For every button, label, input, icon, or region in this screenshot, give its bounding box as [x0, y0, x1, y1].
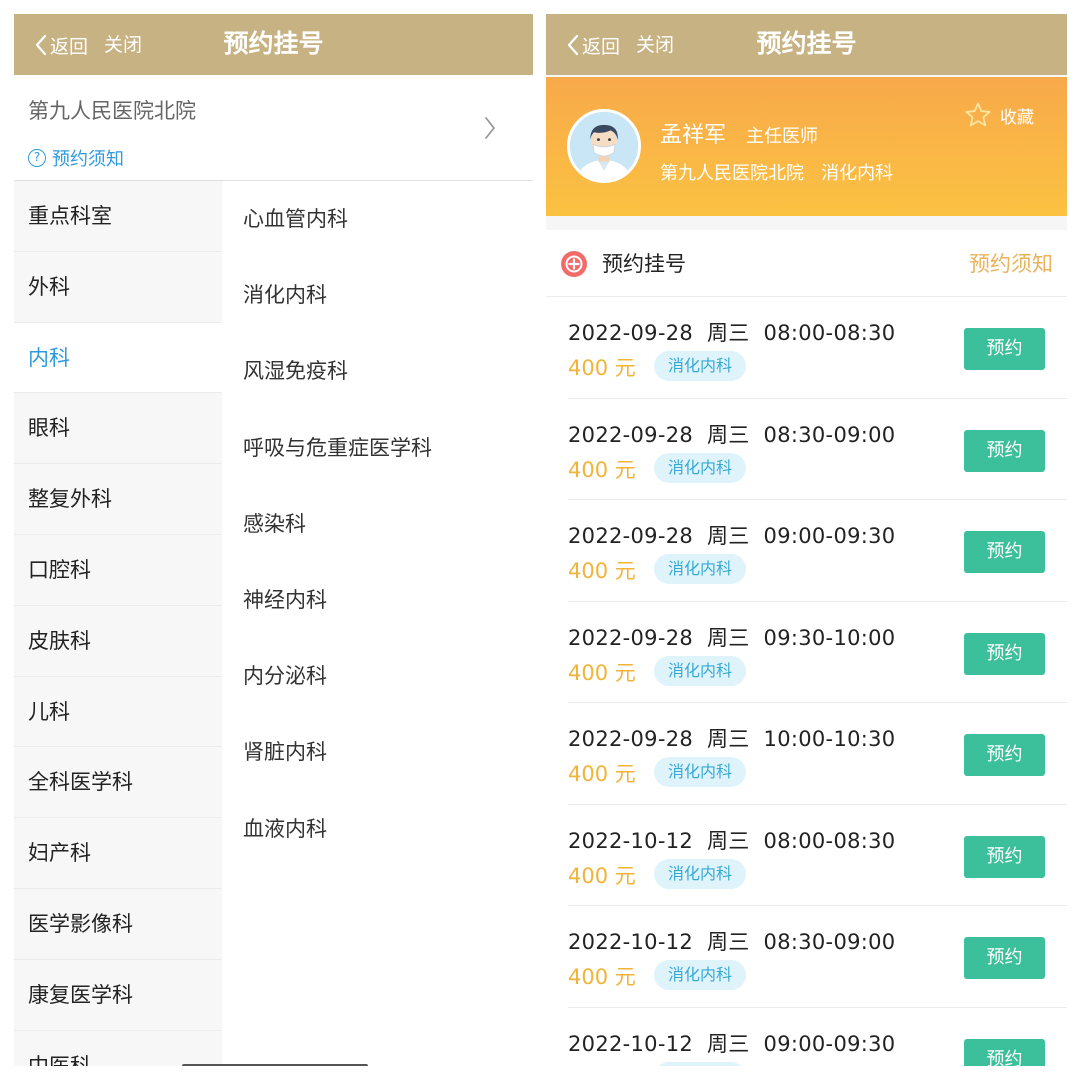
slot-datetime: 2022-09-28 周三 09:00-09:30	[568, 524, 896, 548]
appointment-slot: 2022-09-28 周三 10:00-10:30 400 元消化内科 预约	[546, 703, 1067, 805]
doctor-title: 主任医师	[746, 126, 818, 147]
subdepartment-item[interactable]: 风湿免疫科	[222, 333, 533, 409]
slot-datetime: 2022-09-28 周三 08:30-09:00	[568, 422, 896, 447]
slot-department-tag: 消化内科	[654, 1061, 747, 1066]
booking-notice-link[interactable]: ? 预约须知	[28, 145, 124, 171]
book-button[interactable]: 预约	[964, 734, 1045, 776]
slot-price: 400 元	[568, 863, 636, 888]
department-item[interactable]: 康复医学科	[14, 960, 222, 1031]
subdepartment-item[interactable]: 血液内科	[222, 791, 533, 867]
book-button[interactable]: 预约	[964, 531, 1045, 573]
appointment-slot: 2022-09-28 周三 09:00-09:30 400 元消化内科 预约	[546, 500, 1067, 602]
doctor-card: 孟祥军 主任医师 第九人民医院北院 消化内科 收藏	[546, 77, 1067, 216]
registration-header: 预约挂号 预约须知	[546, 230, 1067, 297]
department-item[interactable]: 眼科	[14, 393, 222, 465]
hospital-selector[interactable]: 第九人民医院北院 ? 预约须知	[14, 75, 533, 181]
doctor-hospital-dept: 第九人民医院北院 消化内科	[660, 163, 894, 184]
slot-department-tag: 消化内科	[654, 960, 747, 990]
subdepartment-item[interactable]: 消化内科	[222, 257, 533, 333]
slot-datetime: 2022-10-12 周三 08:00-08:30	[568, 828, 896, 853]
appointment-slot: 2022-09-28 周三 09:30-10:00 400 元消化内科 预约	[546, 602, 1067, 704]
slot-datetime: 2022-10-12 周三 08:30-09:00	[568, 930, 896, 954]
book-button[interactable]: 预约	[964, 429, 1045, 472]
book-button[interactable]: 预约	[964, 937, 1045, 979]
department-item[interactable]: 内科	[14, 322, 222, 394]
subdepartment-item[interactable]: 内分泌科	[222, 638, 533, 714]
slot-datetime: 2022-09-28 周三 10:00-10:30	[568, 727, 896, 751]
page-title: 预约挂号	[756, 29, 857, 58]
chevron-right-icon	[485, 117, 495, 139]
slot-datetime: 2022-09-28 周三 09:30-10:00	[568, 625, 896, 650]
booking-notice-link[interactable]: 预约须知	[969, 250, 1053, 278]
slot-price: 400 元	[568, 762, 636, 786]
department-item[interactable]: 口腔科	[14, 535, 222, 606]
book-button[interactable]: 预约	[964, 835, 1045, 878]
register-badge-icon	[561, 251, 587, 277]
subdepartment-list: 心血管内科 消化内科 风湿免疫科 呼吸与危重症医学科 感染科 神经内科 内分泌科 肾脏内科 血液…	[222, 181, 533, 1066]
subdepartment-item[interactable]: 呼吸与危重症医学科	[222, 410, 533, 486]
slot-price: 400 元	[568, 965, 636, 989]
book-button[interactable]: 预约	[964, 632, 1045, 675]
favorite-label: 收藏	[1000, 107, 1034, 128]
nav-bar: 返回 关闭 预约挂号	[546, 14, 1067, 75]
appointment-slot: 2022-09-28 周三 08:30-09:00 400 元消化内科 预约	[546, 399, 1067, 501]
department-panel: 返回 关闭 预约挂号 第九人民医院北院 ? 预约须知 重点科室 外科 内科 眼科 整复外…	[14, 14, 533, 1066]
department-list: 重点科室 外科 内科 眼科 整复外科 口腔科 皮肤科 儿科 全科医学科 妇产科 医学影像科 康复医学科…	[14, 181, 222, 1066]
question-circle-icon: ?	[28, 149, 46, 167]
slot-list: 2022-09-28 周三 08:00-08:30 400 元消化内科 预约 2022…	[546, 297, 1067, 1066]
slot-datetime: 2022-09-28 周三 08:00-08:30	[568, 321, 896, 345]
favorite-button[interactable]: 收藏	[964, 101, 1034, 129]
appointment-slot: 2022-09-28 周三 08:00-08:30 400 元消化内科 预约	[546, 297, 1067, 399]
slot-department-tag: 消化内科	[654, 351, 747, 381]
slot-datetime: 2022-10-12 周三 09:00-09:30	[568, 1031, 896, 1056]
doctor-avatar	[567, 109, 641, 183]
booking-notice-label: 预约须知	[52, 149, 124, 170]
appointment-slot: 2022-10-12 周三 08:30-09:00 400 元消化内科 预约	[546, 906, 1067, 1008]
department-item[interactable]: 全科医学科	[14, 747, 222, 819]
slot-department-tag: 消化内科	[654, 452, 747, 483]
hospital-name: 第九人民医院北院	[28, 99, 196, 123]
appointment-slot: 2022-10-12 周三 08:00-08:30 400 元消化内科 预约	[546, 805, 1067, 907]
nav-bar: 返回 关闭 预约挂号	[14, 14, 533, 75]
slot-price: 400 元	[568, 660, 636, 685]
home-indicator	[182, 1064, 368, 1066]
slot-price: 400 元	[568, 559, 636, 583]
subdepartment-item[interactable]: 肾脏内科	[222, 714, 533, 790]
book-button[interactable]: 预约	[964, 1038, 1045, 1066]
slot-department-tag: 消化内科	[654, 757, 747, 787]
appointment-slot: 2022-10-12 周三 09:00-09:30 400 元 消化内科 预约	[546, 1008, 1067, 1067]
department-item[interactable]: 整复外科	[14, 464, 222, 535]
department-item[interactable]: 儿科	[14, 677, 222, 748]
slot-department-tag: 消化内科	[654, 858, 747, 889]
star-outline-icon	[965, 102, 991, 127]
department-item[interactable]: 医学影像科	[14, 889, 222, 960]
department-item[interactable]: 皮肤科	[14, 606, 222, 677]
slot-price: 400 元	[568, 1063, 636, 1067]
slot-department-tag: 消化内科	[654, 655, 747, 686]
slot-price: 400 元	[568, 457, 636, 482]
page-title: 预约挂号	[223, 29, 324, 58]
subdepartment-item[interactable]: 心血管内科	[222, 181, 533, 257]
book-button[interactable]: 预约	[964, 328, 1045, 370]
registration-title: 预约挂号	[602, 252, 686, 276]
subdepartment-item[interactable]: 感染科	[222, 486, 533, 562]
department-item[interactable]: 中医科	[14, 1031, 222, 1066]
department-item[interactable]: 妇产科	[14, 818, 222, 889]
doctor-panel: 返回 关闭 预约挂号 孟祥军 主任医师 第九人民医院北院 消化内科 收藏 预约挂…	[546, 14, 1067, 1066]
subdepartment-item[interactable]: 神经内科	[222, 562, 533, 638]
department-item[interactable]: 外科	[14, 252, 222, 323]
slot-department-tag: 消化内科	[654, 554, 747, 584]
department-item[interactable]: 重点科室	[14, 181, 222, 252]
doctor-name: 孟祥军	[660, 123, 727, 148]
slot-price: 400 元	[568, 356, 636, 380]
